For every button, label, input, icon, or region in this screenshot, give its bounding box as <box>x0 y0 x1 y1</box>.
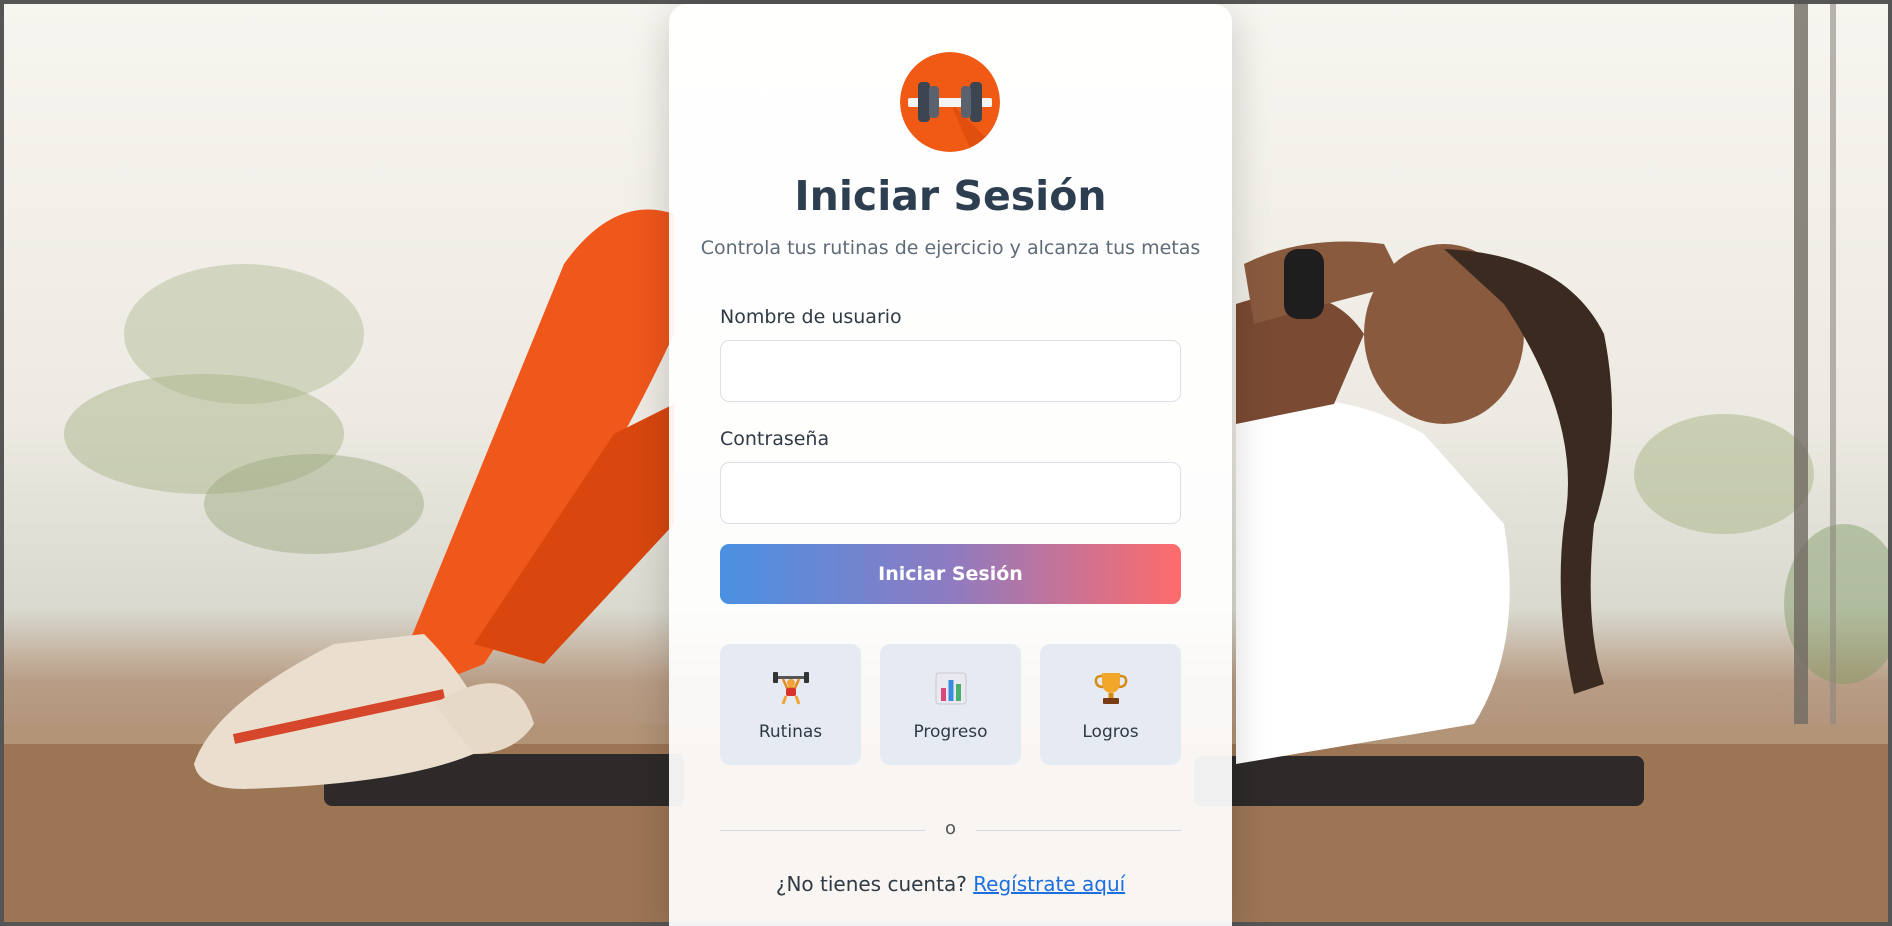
divider-line-right <box>976 830 1181 831</box>
feature-label: Logros <box>1082 722 1139 742</box>
username-label: Nombre de usuario <box>720 306 902 328</box>
or-divider: o <box>720 818 1181 842</box>
login-card: Iniciar Sesión Controla tus rutinas de e… <box>669 4 1232 926</box>
login-button[interactable]: Iniciar Sesión <box>720 544 1181 604</box>
divider-text: o <box>944 818 956 839</box>
bar-chart-icon <box>935 672 966 705</box>
feature-progreso: Progreso <box>880 644 1021 765</box>
page-subtitle: Controla tus rutinas de ejercicio y alca… <box>700 237 1201 259</box>
password-input[interactable] <box>720 462 1181 524</box>
signup-prompt: ¿No tienes cuenta? Regístrate aquí <box>669 872 1232 896</box>
register-link[interactable]: Regístrate aquí <box>973 872 1125 896</box>
password-label: Contraseña <box>720 428 830 450</box>
trophy-icon <box>1094 673 1127 704</box>
page-title: Iniciar Sesión <box>794 172 1107 220</box>
feature-logros: Logros <box>1040 644 1181 765</box>
signup-question: ¿No tienes cuenta? <box>775 872 967 896</box>
username-input[interactable] <box>720 340 1181 402</box>
dumbbell-logo-icon <box>900 52 1000 152</box>
feature-rutinas: Rutinas <box>720 644 861 765</box>
feature-label: Rutinas <box>758 722 823 742</box>
feature-label: Progreso <box>913 722 988 742</box>
weightlifter-icon <box>772 672 809 705</box>
